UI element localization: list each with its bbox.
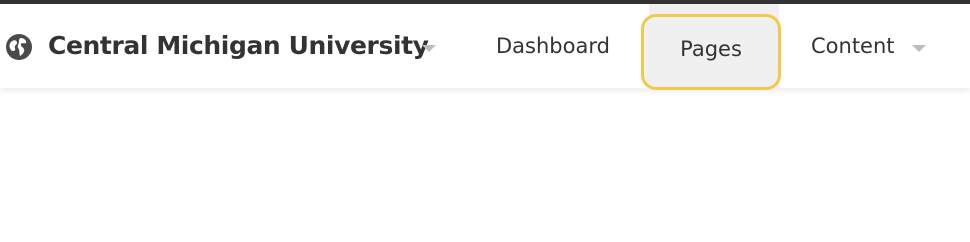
site-switcher-chevron-down-icon[interactable]: [422, 45, 436, 52]
nav-pages[interactable]: Pages: [641, 14, 781, 90]
nav-content[interactable]: Content: [811, 28, 895, 64]
site-switcher[interactable]: Central Michigan University: [48, 28, 429, 64]
content-chevron-down-icon[interactable]: [912, 45, 926, 52]
globe-icon: [6, 34, 32, 60]
nav-pages-label: Pages: [680, 37, 742, 61]
top-navbar: Central Michigan University Dashboard Pa…: [0, 4, 970, 90]
nav-dashboard[interactable]: Dashboard: [496, 28, 610, 64]
